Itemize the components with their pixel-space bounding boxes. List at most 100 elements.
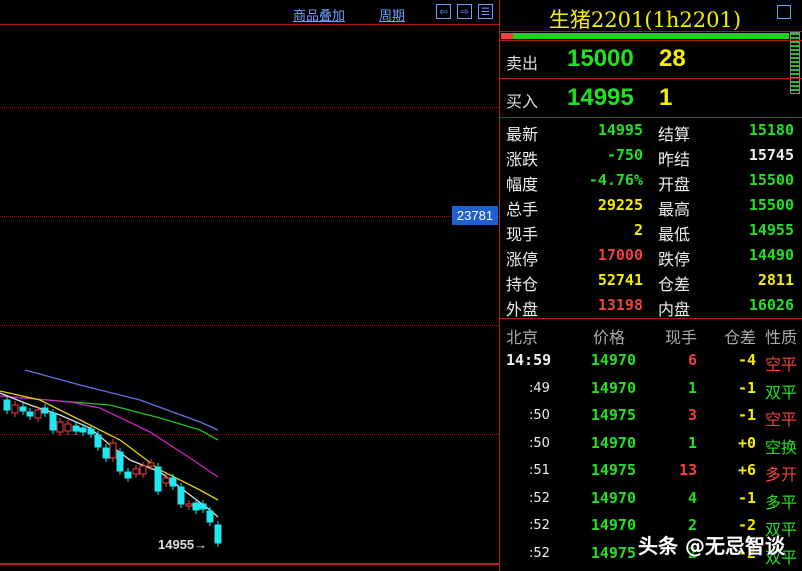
sell-volume: 28 — [659, 45, 686, 72]
header-price: 价格 — [592, 328, 625, 347]
candle — [34, 409, 42, 419]
tick-price: 14970 — [590, 351, 636, 369]
candle — [124, 471, 132, 479]
candle — [116, 451, 124, 472]
stat-label: 幅度 — [506, 175, 539, 194]
tick-nature: 多平 — [765, 492, 798, 512]
candle — [192, 502, 200, 511]
candle — [169, 477, 177, 487]
tick-price: 14975 — [590, 461, 636, 479]
ma-line-yellow — [0, 390, 219, 501]
tick-nature: 空换 — [765, 437, 798, 457]
watermark: 头条 @无忌智谈 — [638, 534, 785, 558]
stat-label: 涨跌 — [506, 150, 539, 169]
candle — [56, 421, 64, 433]
stat-value: 16026 — [748, 296, 794, 314]
tick-oi-change: -1 — [737, 406, 756, 424]
tick-time: :52 — [529, 545, 550, 561]
candle — [147, 462, 155, 467]
stat-label: 开盘 — [658, 175, 691, 194]
tick-row: :49 14970 1 -1 双平 — [500, 375, 802, 402]
stat-label: 持仓 — [506, 275, 539, 294]
ma-line-magenta — [0, 395, 219, 478]
stat-label: 最低 — [658, 225, 691, 244]
tick-oi-change: -4 — [737, 351, 756, 369]
tick-time: :49 — [529, 380, 550, 396]
buy-volume: 1 — [659, 84, 673, 111]
quote-panel: 生猪2201(1h2201) 卖出 15000 28 买入 14995 1 最新… — [499, 0, 802, 571]
tick-time: :50 — [529, 408, 550, 423]
tick-price: 14970 — [590, 488, 636, 507]
last-price-marker: 14955→ — [158, 537, 208, 552]
stat-value: 13198 — [597, 296, 643, 314]
candle — [87, 428, 95, 435]
tick-time: :51 — [529, 463, 550, 478]
stat-value: -750 — [606, 146, 643, 164]
stat-row: 外盘 13198 内盘 16026 — [500, 294, 802, 319]
tick-row: :51 14975 13 +6 多开 — [500, 457, 802, 484]
header-nature: 性质 — [765, 328, 798, 347]
header-time: 北京 — [506, 328, 539, 347]
stat-value: 15500 — [748, 196, 794, 214]
tick-time: :52 — [529, 518, 550, 533]
stat-value: 15500 — [748, 171, 794, 189]
stat-value: 2811 — [757, 271, 794, 289]
tick-row: 14:59 14970 6 -4 空平 — [500, 347, 802, 374]
tick-price: 14970 — [590, 516, 636, 534]
kline-chart[interactable]: 商品叠加 周期 ⇦ ⇨ ☰ 23781 14955→ — [0, 0, 499, 571]
tick-price: 14975 — [590, 543, 636, 562]
window-icon[interactable] — [777, 5, 791, 19]
stat-label: 外盘 — [506, 300, 539, 319]
tick-oi-change: -1 — [737, 378, 756, 397]
scrollbar[interactable] — [790, 32, 800, 94]
candle — [199, 503, 207, 510]
buy-price: 14995 — [567, 84, 634, 111]
tick-nature: 空平 — [765, 410, 798, 429]
tick-price: 14970 — [590, 433, 636, 452]
candle — [41, 407, 49, 414]
candle — [162, 477, 170, 484]
stat-row: 幅度 -4.76% 开盘 15500 — [500, 169, 802, 194]
last-price-value: 14955 — [158, 537, 195, 552]
candle — [177, 486, 185, 505]
tick-price: 14975 — [590, 406, 636, 424]
candle — [72, 425, 80, 432]
tick-row: :52 14970 4 -1 多平 — [500, 485, 802, 512]
tick-row: :50 14975 3 -1 空平 — [500, 402, 802, 429]
candle — [154, 466, 162, 492]
stat-row: 涨跌 -750 昨结 15745 — [500, 144, 802, 169]
header-oi: 仓差 — [723, 328, 756, 347]
stat-label: 涨停 — [506, 250, 539, 269]
tick-nature: 双平 — [765, 382, 798, 402]
stat-label: 最高 — [658, 200, 691, 219]
stat-label: 结算 — [658, 125, 691, 144]
stat-row: 总手 29225 最高 15500 — [500, 194, 802, 219]
stat-value: 14490 — [748, 246, 794, 264]
tick-price: 14970 — [590, 378, 636, 397]
stat-label: 最新 — [506, 125, 539, 144]
stat-value: 14995 — [597, 121, 643, 139]
candle — [94, 434, 102, 448]
tick-row: :50 14970 1 +0 空换 — [500, 430, 802, 457]
sell-price: 15000 — [567, 45, 634, 72]
contract-title: 生猪2201(1h2201) — [548, 8, 742, 32]
candle — [26, 411, 34, 417]
tick-volume: 3 — [687, 406, 697, 424]
tick-volume: 6 — [687, 351, 697, 369]
stat-label: 昨结 — [658, 150, 691, 169]
candle — [64, 423, 72, 432]
stat-label: 总手 — [506, 200, 539, 219]
stat-value: 17000 — [597, 246, 643, 264]
stat-label: 跌停 — [658, 250, 691, 269]
candle — [19, 406, 27, 412]
tick-volume: 1 — [687, 433, 697, 452]
stat-value: 14955 — [748, 221, 794, 239]
tick-nature: 多开 — [765, 465, 798, 484]
candle — [206, 510, 214, 523]
tick-time: :52 — [529, 490, 550, 506]
stat-value: 15180 — [748, 121, 794, 139]
header-volume: 现手 — [664, 328, 697, 347]
tick-time: :50 — [529, 435, 550, 451]
tick-volume: 1 — [687, 378, 697, 397]
ma-line-green — [0, 395, 219, 441]
